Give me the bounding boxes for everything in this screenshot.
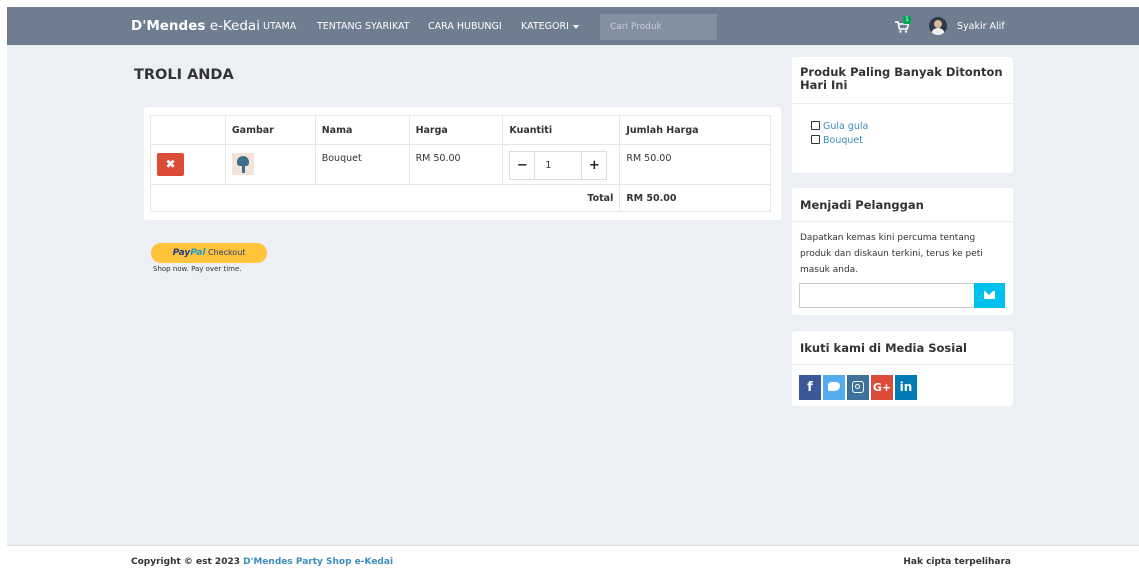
page-title: TROLI ANDA [134,67,234,83]
paypal-tagline: Shop now. Pay over time. [153,265,242,273]
total-label: Total [149,184,621,212]
user-avatar[interactable] [929,17,947,35]
checkbox-icon [811,121,820,130]
checkbox-icon [811,135,820,144]
envelope-icon [984,291,995,299]
subscribe-description: Dapatkan kemas kini percuma tentang prod… [800,233,983,275]
copyright-text: Copyright © est 2023 D'Mendes Party Shop… [131,557,394,567]
col-header-remove [150,115,226,145]
email-field[interactable] [799,283,1005,308]
list-item[interactable]: Bouquet [811,134,868,148]
subscribe-button[interactable] [974,283,1005,308]
product-name: Bouquet [314,144,410,185]
col-header-nama: Nama [314,115,410,145]
list-item[interactable]: Gula gula [811,120,868,134]
col-header-harga: Harga [408,115,504,145]
product-price: RM 50.00 [408,144,504,185]
total-value: RM 50.00 [619,184,771,212]
popular-products-list: Gula gula Bouquet [811,120,868,148]
search-input[interactable]: Cari Produk [600,14,717,40]
google-plus-icon[interactable]: G+ [871,375,893,400]
subscribe-box: Menjadi Pelanggan Dapatkan kemas kini pe… [792,188,1013,315]
popular-products-box: Produk Paling Banyak Ditonton Hari Ini G… [792,57,1013,173]
remove-item-button[interactable]: ✖ [157,153,184,176]
col-header-gambar: Gambar [224,115,316,145]
product-subtotal: RM 50.00 [619,144,771,185]
linkedin-icon[interactable]: in [895,375,917,400]
footer: Copyright © est 2023 D'Mendes Party Shop… [7,545,1139,576]
quantity-stepper: − 1 + [509,151,608,180]
cart-panel: Gambar Nama Harga Kuantiti Jumlah Harga … [144,107,781,220]
product-thumbnail [231,153,254,175]
instagram-icon[interactable] [847,375,869,400]
col-header-kuantiti: Kuantiti [502,115,621,145]
paypal-checkout-button[interactable]: PayPal Checkout [151,243,267,263]
table-header-row: Gambar Nama Harga Kuantiti Jumlah Harga [150,115,771,145]
twitter-icon[interactable] [823,375,845,400]
nav-cara-hubungi[interactable]: CARA HUBUNGI [428,21,502,32]
social-links: f G+ in [799,375,917,400]
table-row: ✖ Bouquet RM 50.00 − 1 + RM 50.00 [150,144,771,185]
nav-tentang-syarikat[interactable]: TENTANG SYARIKAT [317,21,410,32]
popular-products-title: Produk Paling Banyak Ditonton Hari Ini [800,65,1003,92]
social-media-title: Ikuti kami di Media Sosial [800,341,967,355]
subscribe-title: Menjadi Pelanggan [800,198,924,212]
social-media-box: Ikuti kami di Media Sosial f G+ in [792,331,1013,406]
quantity-input[interactable]: 1 [534,152,583,179]
nav-utama[interactable]: UTAMA [263,21,296,32]
user-menu[interactable]: Syakir Alif [957,21,1005,32]
total-row: Total RM 50.00 [149,184,771,212]
shop-link[interactable]: D'Mendes Party Shop e-Kedai [243,557,393,567]
cart-count-badge: 1 [903,16,911,24]
brand-logo[interactable]: D'Mendes e-Kedai [131,18,260,34]
cart-table: Gambar Nama Harga Kuantiti Jumlah Harga … [149,115,771,212]
decrease-quantity-button[interactable]: − [510,152,535,179]
rights-text: Hak cipta terpelihara [903,557,1011,567]
app-frame: D'Mendes e-Kedai UTAMA TENTANG SYARIKAT … [7,7,1139,576]
nav-kategori-dropdown[interactable]: KATEGORI [521,21,579,32]
col-header-jumlah-harga: Jumlah Harga [619,115,771,145]
facebook-icon[interactable]: f [799,375,821,400]
caret-down-icon [572,24,579,29]
increase-quantity-button[interactable]: + [582,152,607,179]
navbar: D'Mendes e-Kedai UTAMA TENTANG SYARIKAT … [7,7,1139,45]
